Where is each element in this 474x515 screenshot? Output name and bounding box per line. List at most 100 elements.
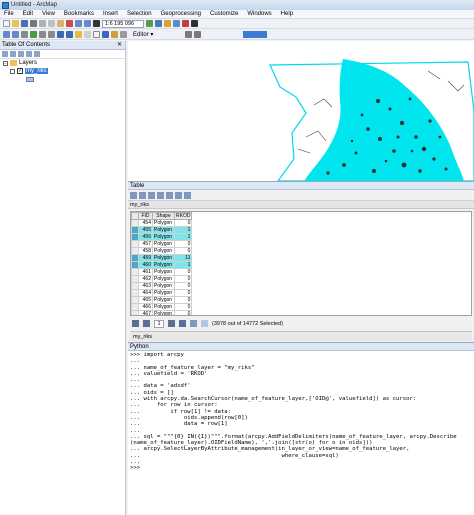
row-selector[interactable] [131,289,139,297]
cell-rkod[interactable]: 1 [173,261,193,269]
list-by-source-icon[interactable] [10,51,16,57]
column-header-rkod[interactable]: RKOD [173,212,193,220]
table-row[interactable]: 463 Polygon 0 [131,282,193,290]
python-icon[interactable] [191,20,198,27]
fixed-zoom-out-icon[interactable] [48,31,55,38]
close-icon[interactable]: ✕ [117,41,122,50]
arctoolbox-icon[interactable] [182,20,189,27]
cell-fid[interactable]: 466 [138,303,153,311]
menu-view[interactable]: View [42,11,55,17]
cell-fid[interactable]: 460 [138,261,153,269]
cell-shape[interactable]: Polygon [152,310,175,315]
menu-bookmarks[interactable]: Bookmarks [64,11,94,17]
table-row[interactable]: 454 Polygon 0 [131,219,193,227]
cell-shape[interactable]: Polygon [152,303,175,311]
previous-record-icon[interactable] [143,320,150,327]
editor-toolbar-icon[interactable] [146,20,153,27]
cell-rkod[interactable]: 0 [173,282,193,290]
cell-fid[interactable]: 455 [138,226,153,234]
table-row[interactable]: 458 Polygon 0 [131,247,193,255]
map-canvas[interactable] [128,41,474,182]
cell-shape[interactable]: Polygon [152,254,175,262]
next-record-icon[interactable] [168,320,175,327]
column-header-shape[interactable]: Shape [152,212,175,220]
copy-icon[interactable] [48,20,55,27]
measure-icon[interactable] [120,31,127,38]
row-selector[interactable] [131,247,139,255]
row-selector[interactable] [131,233,139,241]
cell-shape[interactable]: Polygon [152,247,175,255]
cell-fid[interactable]: 458 [138,247,153,255]
editor-menu[interactable]: Editor ▾ [133,31,153,38]
menu-customize[interactable]: Customize [210,11,238,17]
clear-selection-icon[interactable] [84,31,91,38]
attribute-grid[interactable]: FID Shape RKOD 454 Polygon 0 455 Polygon 1 456… [130,211,472,316]
cell-rkod[interactable]: 1 [173,233,193,241]
menu-selection[interactable]: Selection [127,11,152,17]
cell-shape[interactable]: Polygon [152,282,175,290]
row-selector[interactable] [131,282,139,290]
cut-icon[interactable] [39,20,46,27]
back-icon[interactable] [57,31,64,38]
table-tab[interactable]: my_riks [130,331,472,341]
save-icon[interactable] [21,20,28,27]
last-record-icon[interactable] [179,320,186,327]
undo-icon[interactable] [75,20,82,27]
row-selector[interactable] [131,226,139,234]
cell-shape[interactable]: Polygon [152,233,175,241]
delete-selected-icon[interactable] [184,192,191,199]
select-elements-icon[interactable] [93,31,100,38]
cell-shape[interactable]: Polygon [152,268,175,276]
row-selector[interactable] [131,254,139,262]
table-row[interactable]: 460 Polygon 1 [131,261,193,269]
show-all-records-icon[interactable] [190,320,197,327]
row-selector[interactable] [131,219,139,227]
cell-rkod[interactable]: 1 [173,226,193,234]
redo-icon[interactable] [84,20,91,27]
row-selector[interactable] [131,310,139,315]
menu-edit[interactable]: Edit [23,11,33,17]
table-row[interactable]: 467 Polygon 0 [131,310,193,315]
cell-rkod[interactable]: 0 [173,240,193,248]
cell-rkod[interactable]: 0 [173,219,193,227]
row-selector[interactable] [131,296,139,304]
row-selector[interactable] [131,240,139,248]
cell-fid[interactable]: 467 [138,310,153,315]
table-row[interactable]: 457 Polygon 0 [131,240,193,248]
search-icon[interactable] [173,20,180,27]
print-icon[interactable] [30,20,37,27]
cell-fid[interactable]: 462 [138,275,153,283]
forward-icon[interactable] [66,31,73,38]
current-record-input[interactable]: 1 [154,319,164,328]
open-folder-icon[interactable] [12,20,19,27]
cell-fid[interactable]: 464 [138,289,153,297]
new-document-icon[interactable] [3,20,10,27]
options-icon[interactable] [34,51,40,57]
cell-shape[interactable]: Polygon [152,219,175,227]
cell-fid[interactable]: 465 [138,296,153,304]
hyperlink-icon[interactable] [111,31,118,38]
zoom-in-icon[interactable] [3,31,10,38]
cell-fid[interactable]: 463 [138,282,153,290]
table-row[interactable]: 461 Polygon 0 [131,268,193,276]
cell-rkod[interactable]: 11 [173,254,193,262]
table-row[interactable]: 455 Polygon 1 [131,226,193,234]
cell-rkod[interactable]: 0 [173,268,193,276]
row-selector[interactable] [131,261,139,269]
switch-selection-icon[interactable] [157,192,164,199]
cell-rkod[interactable]: 0 [173,247,193,255]
cell-shape[interactable]: Polygon [152,240,175,248]
select-features-icon[interactable] [75,31,82,38]
polygon-symbol-icon[interactable] [26,76,34,82]
row-selector[interactable] [131,303,139,311]
collapse-icon[interactable] [10,68,15,74]
fixed-zoom-in-icon[interactable] [39,31,46,38]
identify-icon[interactable] [102,31,109,38]
paste-icon[interactable] [57,20,64,27]
scale-input[interactable]: 1:6 195 096 [102,19,144,28]
edit-tool-icon[interactable] [194,31,202,38]
cell-rkod[interactable]: 0 [173,289,193,297]
menu-file[interactable]: File [4,11,14,17]
pan-icon[interactable] [21,31,28,38]
clear-selection-icon[interactable] [166,192,173,199]
